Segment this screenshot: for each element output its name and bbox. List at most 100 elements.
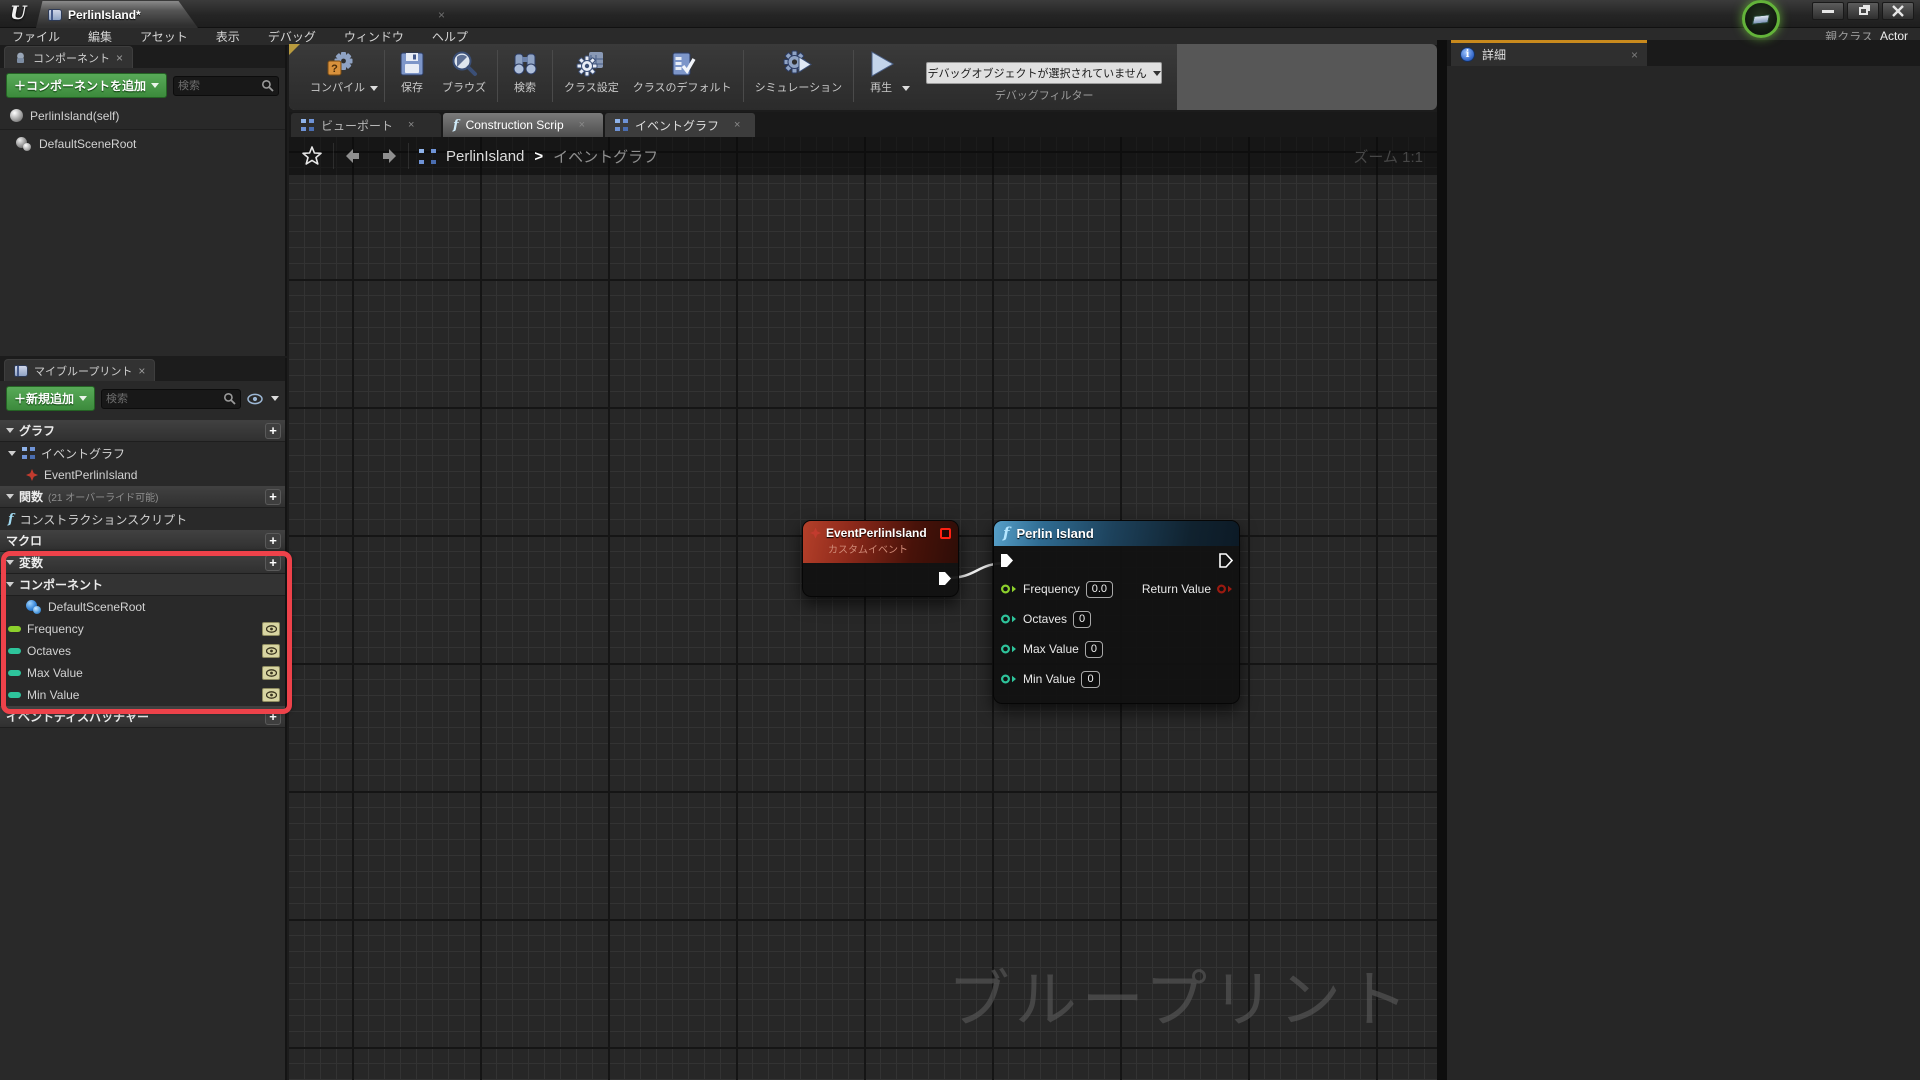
asset-tab-close-icon[interactable]: × <box>438 8 445 22</box>
asset-tab-perlinisland[interactable]: PerlinIsland* <box>36 1 198 28</box>
graph-breadcrumb-bar: PerlinIsland > イベントグラフ <box>289 137 1437 175</box>
row-construction-script[interactable]: f コンストラクションスクリプト <box>0 508 285 530</box>
details-tab-close-icon[interactable]: × <box>1631 48 1638 62</box>
play-options-chevron-icon[interactable] <box>902 85 911 91</box>
components-tab-close-icon[interactable]: × <box>116 52 123 64</box>
event-delegate-pin[interactable] <box>940 527 951 539</box>
components-panel: コンポーネント × ＋コンポーネントを追加 PerlinIsland(self)… <box>0 45 287 356</box>
favorite-star-icon[interactable] <box>301 145 323 167</box>
instance-editable-eye-toggle[interactable] <box>262 688 280 702</box>
construction-tab-close-icon[interactable]: × <box>579 119 585 131</box>
menu-file[interactable]: ファイル <box>12 28 60 45</box>
component-row-scene-root[interactable]: DefaultSceneRoot <box>0 131 285 156</box>
browse-button[interactable]: ブラウズ <box>442 48 486 95</box>
tab-construction-script[interactable]: f Construction Scrip × <box>443 113 603 137</box>
menu-asset[interactable]: アセット <box>140 28 188 45</box>
tab-event-graph[interactable]: イベントグラフ × <box>605 113 755 137</box>
class-settings-button[interactable]: クラス設定 <box>564 48 619 95</box>
tab-my-blueprint[interactable]: マイブループリント × <box>4 359 156 381</box>
int-pin[interactable] <box>1000 642 1017 656</box>
add-variable-button[interactable]: + <box>265 554 281 571</box>
close-button[interactable] <box>1882 2 1914 20</box>
chevron-down-icon[interactable] <box>271 396 279 401</box>
row-var-octaves[interactable]: Octaves <box>0 640 285 662</box>
int-pin[interactable] <box>1000 612 1017 626</box>
row-event-perlinisland[interactable]: EventPerlinIsland <box>0 464 285 486</box>
node-event-perlinisland[interactable]: EventPerlinIsland カスタムイベント <box>802 520 959 597</box>
max-value-input[interactable]: 0 <box>1084 640 1103 658</box>
add-new-button[interactable]: ＋新規追加 <box>6 386 96 411</box>
exec-output-pin[interactable] <box>938 571 952 586</box>
play-button[interactable]: 再生 <box>865 48 897 95</box>
section-functions[interactable]: 関数 (21 オーバーライド可能) + <box>0 486 285 508</box>
add-macro-button[interactable]: + <box>265 532 281 549</box>
simulate-button[interactable]: シミュレーション <box>755 48 842 95</box>
menu-debug[interactable]: デバッグ <box>268 28 316 45</box>
event-graph-canvas[interactable]: PerlinIsland > イベントグラフ ズーム 1:1 ブループリント E… <box>289 137 1437 1080</box>
compile-options-chevron-icon[interactable] <box>370 85 378 91</box>
section-graphs[interactable]: グラフ + <box>0 420 285 442</box>
forward-arrow-icon[interactable] <box>376 148 398 164</box>
row-var-frequency[interactable]: Frequency <box>0 618 285 640</box>
float-pin[interactable] <box>1000 582 1017 596</box>
back-arrow-icon[interactable] <box>344 148 366 164</box>
breadcrumb-current[interactable]: イベントグラフ <box>553 146 658 167</box>
breadcrumb-root[interactable]: PerlinIsland <box>446 148 524 165</box>
row-event-graph[interactable]: イベントグラフ <box>0 442 285 464</box>
add-component-button[interactable]: ＋コンポーネントを追加 <box>6 73 168 98</box>
menu-view[interactable]: 表示 <box>216 28 240 45</box>
row-var-min-value[interactable]: Min Value <box>0 684 285 706</box>
my-blueprint-search-input[interactable] <box>106 392 223 405</box>
exec-output-pin[interactable] <box>1219 552 1233 568</box>
row-var-max-value[interactable]: Max Value <box>0 662 285 684</box>
return-value-pin[interactable] <box>1216 582 1233 596</box>
tab-details[interactable]: i 詳細 × <box>1451 40 1647 66</box>
menu-window[interactable]: ウィンドウ <box>344 28 404 45</box>
min-value-input[interactable]: 0 <box>1081 670 1100 688</box>
tab-viewport[interactable]: ビューポート × <box>291 113 441 137</box>
expand-arrow-icon[interactable] <box>6 560 14 565</box>
component-row-self[interactable]: PerlinIsland(self) <box>0 103 285 128</box>
expand-arrow-icon[interactable] <box>6 494 14 499</box>
class-defaults-button[interactable]: クラスのデフォルト <box>633 48 732 95</box>
tab-components[interactable]: コンポーネント × <box>4 46 134 68</box>
find-button[interactable]: 検索 <box>509 48 541 95</box>
node-perlin-island[interactable]: f Perlin Island Frequency 0.0 Return Val… <box>993 520 1240 704</box>
menu-edit[interactable]: 編集 <box>88 28 112 45</box>
viewport-tab-close-icon[interactable]: × <box>408 119 414 131</box>
octaves-value-input[interactable]: 0 <box>1073 610 1092 628</box>
exec-input-pin[interactable] <box>1000 553 1014 568</box>
debug-object-dropdown[interactable]: デバッグオブジェクトが選択されていません <box>926 62 1163 84</box>
menu-help[interactable]: ヘルプ <box>432 28 468 45</box>
expand-arrow-icon[interactable] <box>6 582 14 587</box>
instance-editable-eye-toggle[interactable] <box>262 622 280 636</box>
instance-editable-eye-toggle[interactable] <box>262 644 280 658</box>
panel-splitter[interactable] <box>1437 40 1447 1080</box>
visibility-filter-eye-icon[interactable] <box>247 393 265 405</box>
section-event-dispatchers[interactable]: イベントディスパッチャー + <box>0 706 285 728</box>
event-graph-tab-close-icon[interactable]: × <box>734 119 740 131</box>
int-pin[interactable] <box>1000 672 1017 686</box>
minimize-button[interactable] <box>1812 2 1844 20</box>
tutorial-button[interactable] <box>1742 0 1780 38</box>
add-dispatcher-button[interactable]: + <box>265 708 281 725</box>
row-var-scene-root[interactable]: DefaultSceneRoot <box>0 596 285 618</box>
frequency-value-input[interactable]: 0.0 <box>1085 580 1113 598</box>
save-button[interactable]: 保存 <box>396 48 428 95</box>
section-variables[interactable]: 変数 + <box>0 552 285 574</box>
section-components-category[interactable]: コンポーネント <box>0 574 285 596</box>
components-search-box[interactable] <box>173 75 279 96</box>
my-blueprint-tab-close-icon[interactable]: × <box>138 365 145 377</box>
add-function-button[interactable]: + <box>265 488 281 505</box>
expand-arrow-icon[interactable] <box>6 428 14 433</box>
my-blueprint-search-box[interactable] <box>101 388 241 409</box>
my-blueprint-tab-label: マイブループリント <box>34 365 133 378</box>
compile-button[interactable]: ? コンパイル <box>310 48 365 95</box>
add-graph-button[interactable]: + <box>265 422 281 439</box>
instance-editable-eye-toggle[interactable] <box>262 666 280 680</box>
components-search-input[interactable] <box>178 79 261 92</box>
scene-component-icon <box>26 600 42 614</box>
section-macros[interactable]: マクロ + <box>0 530 285 552</box>
restore-button[interactable] <box>1847 2 1879 20</box>
expand-arrow-icon[interactable] <box>8 450 16 456</box>
